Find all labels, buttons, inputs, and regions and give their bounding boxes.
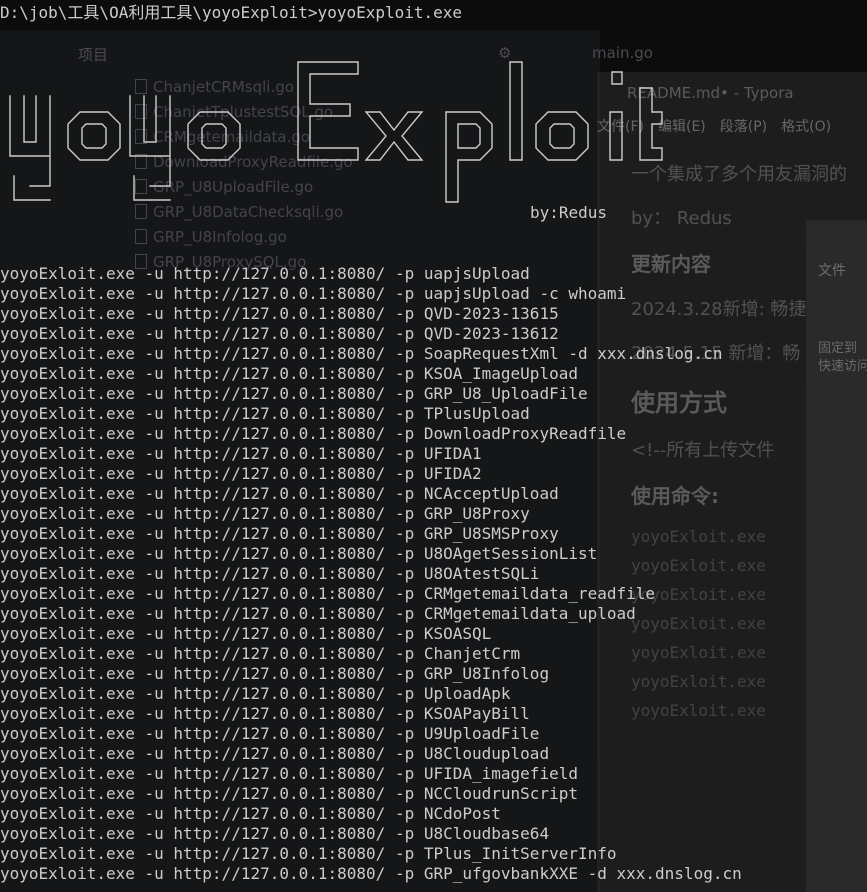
ascii-banner-art	[9, 61, 663, 203]
command-line: yoyoExloit.exe -u http://127.0.0.1:8080/…	[0, 764, 578, 783]
command-line: yoyoExloit.exe -u http://127.0.0.1:8080/…	[0, 504, 530, 523]
command-line: yoyoExloit.exe -u http://127.0.0.1:8080/…	[0, 664, 550, 683]
command-line: yoyoExloit.exe -u http://127.0.0.1:8080/…	[0, 704, 530, 723]
terminal-prompt: D:\job\工具\OA利用工具\yoyoExploit>yoyoExploit…	[0, 3, 463, 22]
command-line: yoyoExloit.exe -u http://127.0.0.1:8080/…	[0, 784, 578, 803]
ascii-banner	[0, 52, 690, 220]
command-line: yoyoExloit.exe -u http://127.0.0.1:8080/…	[0, 584, 656, 603]
command-line: yoyoExloit.exe -u http://127.0.0.1:8080/…	[0, 864, 742, 883]
command-line: yoyoExloit.exe -u http://127.0.0.1:8080/…	[0, 424, 627, 443]
command-line: yoyoExloit.exe -u http://127.0.0.1:8080/…	[0, 644, 521, 663]
command-line: yoyoExloit.exe -u http://127.0.0.1:8080/…	[0, 304, 559, 323]
command-line: yoyoExloit.exe -u http://127.0.0.1:8080/…	[0, 364, 578, 383]
command-line: yoyoExloit.exe -u http://127.0.0.1:8080/…	[0, 564, 540, 583]
command-line: yoyoExloit.exe -u http://127.0.0.1:8080/…	[0, 604, 636, 623]
command-line: yoyoExloit.exe -u http://127.0.0.1:8080/…	[0, 544, 598, 563]
command-line: yoyoExloit.exe -u http://127.0.0.1:8080/…	[0, 324, 559, 343]
command-line: yoyoExloit.exe -u http://127.0.0.1:8080/…	[0, 684, 511, 703]
command-line: yoyoExloit.exe -u http://127.0.0.1:8080/…	[0, 384, 588, 403]
terminal-window[interactable]: D:\job\工具\OA利用工具\yoyoExploit>yoyoExploit…	[0, 0, 867, 892]
command-line: yoyoExloit.exe -u http://127.0.0.1:8080/…	[0, 524, 559, 543]
command-line: yoyoExloit.exe -u http://127.0.0.1:8080/…	[0, 624, 492, 643]
command-list: yoyoExloit.exe -u http://127.0.0.1:8080/…	[0, 264, 742, 884]
command-line: yoyoExloit.exe -u http://127.0.0.1:8080/…	[0, 484, 559, 503]
command-line: yoyoExloit.exe -u http://127.0.0.1:8080/…	[0, 744, 550, 763]
command-line: yoyoExloit.exe -u http://127.0.0.1:8080/…	[0, 824, 550, 843]
command-line: yoyoExloit.exe -u http://127.0.0.1:8080/…	[0, 404, 530, 423]
command-line: yoyoExloit.exe -u http://127.0.0.1:8080/…	[0, 464, 482, 483]
command-line: yoyoExloit.exe -u http://127.0.0.1:8080/…	[0, 724, 540, 743]
banner-byline: by:Redus	[530, 203, 608, 222]
command-line: yoyoExloit.exe -u http://127.0.0.1:8080/…	[0, 444, 482, 463]
command-line: yoyoExloit.exe -u http://127.0.0.1:8080/…	[0, 284, 627, 303]
command-line: yoyoExloit.exe -u http://127.0.0.1:8080/…	[0, 264, 530, 283]
command-line: yoyoExloit.exe -u http://127.0.0.1:8080/…	[0, 344, 723, 363]
command-line: yoyoExloit.exe -u http://127.0.0.1:8080/…	[0, 804, 501, 823]
command-line: yoyoExloit.exe -u http://127.0.0.1:8080/…	[0, 844, 617, 863]
